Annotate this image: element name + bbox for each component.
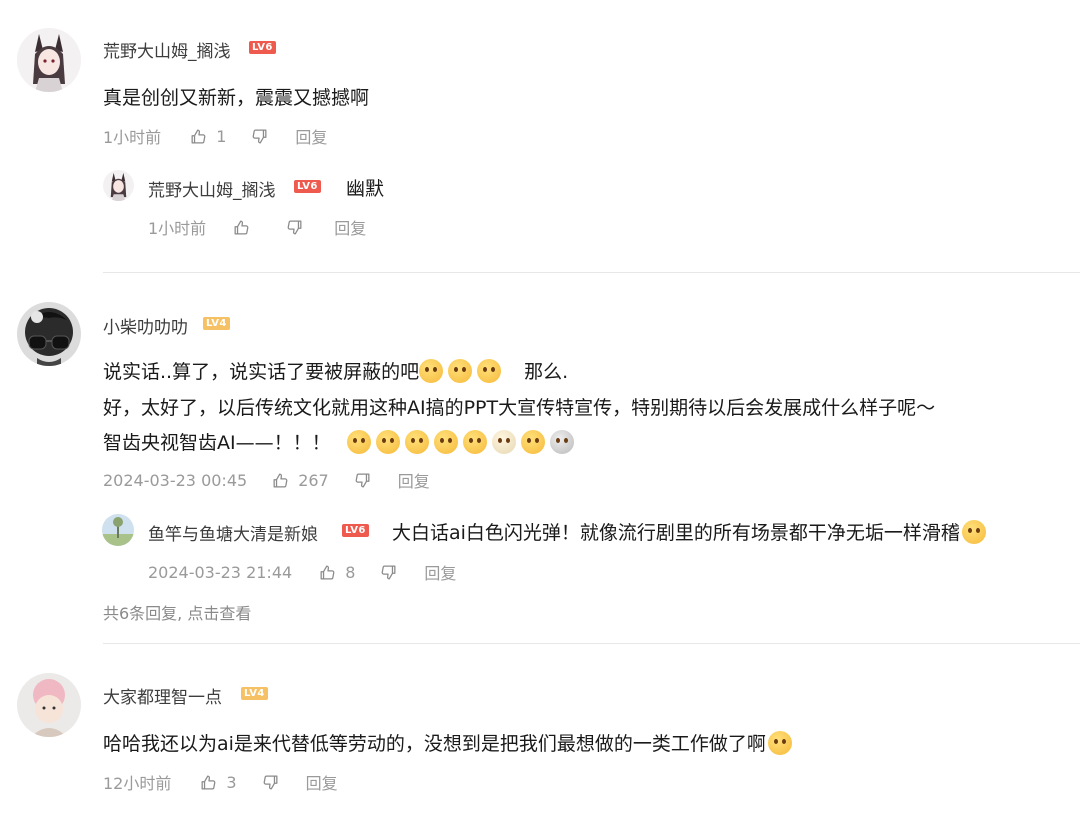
emoji-icon [961,520,986,544]
level-badge: LV6 [249,41,276,54]
comment-meta: 2024-03-23 00:45 267 回复 [103,468,430,492]
like-button[interactable]: 8 [318,563,355,582]
dislike-button[interactable] [379,563,398,582]
thumbs-up-icon [318,563,337,582]
avatar[interactable] [102,514,134,546]
dislike-button[interactable] [261,773,280,792]
reply-username[interactable]: 鱼竿与鱼塘大清是新娘 [148,520,318,545]
timestamp: 2024-03-23 00:45 [103,470,248,490]
comment-text-line: 智齿央视智齿AI——！！！ [103,428,579,455]
emoji-icon [549,430,574,454]
like-button[interactable]: 3 [199,772,237,792]
avatar[interactable] [103,170,134,201]
reply-text: 幽默 [346,178,385,200]
comment-meta: 12小时前 3 回复 [103,770,338,794]
level-badge: LV6 [342,524,369,537]
reply-text: 大白话ai白色闪光弹！就像流行剧里的所有场景都干净无垢一样滑稽 [392,518,991,545]
thumbs-down-icon [353,471,372,490]
like-count: 8 [345,562,356,582]
emoji-icon [462,430,487,454]
comment-meta: 1小时前 1 回复 [103,124,327,148]
like-count: 3 [226,772,237,792]
divider [103,272,1080,273]
timestamp: 1小时前 [103,128,162,147]
emoji-icon [520,430,545,454]
dislike-button[interactable] [285,218,304,237]
dislike-button[interactable] [250,127,269,146]
emoji-icon [491,430,516,454]
like-button[interactable]: 267 [271,471,329,490]
reply-button[interactable]: 回复 [398,468,430,492]
avatar[interactable] [17,673,81,737]
comment-text: 哈哈我还以为ai是来代替低等劳动的，没想到是把我们最想做的一类工作做了啊 [103,729,797,756]
thumbs-up-icon [232,218,251,237]
comment-text: 真是创创又新新，震震又撼撼啊 [103,87,370,109]
thumbs-up-icon [271,471,290,490]
reply-button[interactable]: 回复 [306,770,338,794]
emoji-icon [433,430,458,454]
timestamp: 12小时前 [103,774,172,793]
like-button[interactable] [232,218,251,237]
level-badge: LV4 [203,317,230,330]
emoji-icon [375,430,400,454]
divider [103,643,1080,644]
comment-text-line: 说实话..算了，说实话了要被屏蔽的吧 那么. [103,359,569,383]
like-button[interactable]: 1 [189,127,226,146]
emoji-icon [448,359,473,383]
dislike-button[interactable] [353,471,372,490]
comment-text-line: 好，太好了，以后传统文化就用这种AI搞的PPT大宣传特宣传，特别期待以后会发展成… [103,397,936,419]
reply-username[interactable]: 荒野大山姆_搁浅 [148,176,276,201]
emoji-icon [767,731,792,755]
username[interactable]: 小柴叻叻叻 [103,313,188,338]
thumbs-up-icon [189,127,208,146]
timestamp: 2024-03-23 21:44 [148,562,293,582]
thumbs-up-icon [199,773,218,792]
username[interactable]: 荒野大山姆_搁浅 [103,37,231,62]
avatar[interactable] [17,28,81,92]
thumbs-down-icon [285,218,304,237]
reply-button[interactable]: 回复 [424,560,456,584]
view-more-replies-link[interactable]: 共6条回复, 点击查看 [103,600,251,624]
emoji-icon [346,430,371,454]
thumbs-down-icon [261,773,280,792]
username[interactable]: 大家都理智一点 [103,683,222,708]
thumbs-down-icon [250,127,269,146]
thumbs-down-icon [379,563,398,582]
level-badge: LV6 [294,180,321,193]
like-count: 267 [298,470,329,490]
timestamp: 1小时前 [148,219,207,238]
emoji-icon [477,359,502,383]
emoji-icon [419,359,444,383]
reply-meta: 2024-03-23 21:44 8 回复 [148,560,456,584]
reply-button[interactable]: 回复 [334,215,366,239]
emoji-icon [404,430,429,454]
avatar[interactable] [17,302,81,366]
like-count: 1 [216,126,227,146]
reply-meta: 1小时前 回复 [148,215,366,239]
level-badge: LV4 [241,687,268,700]
reply-button[interactable]: 回复 [295,124,327,148]
